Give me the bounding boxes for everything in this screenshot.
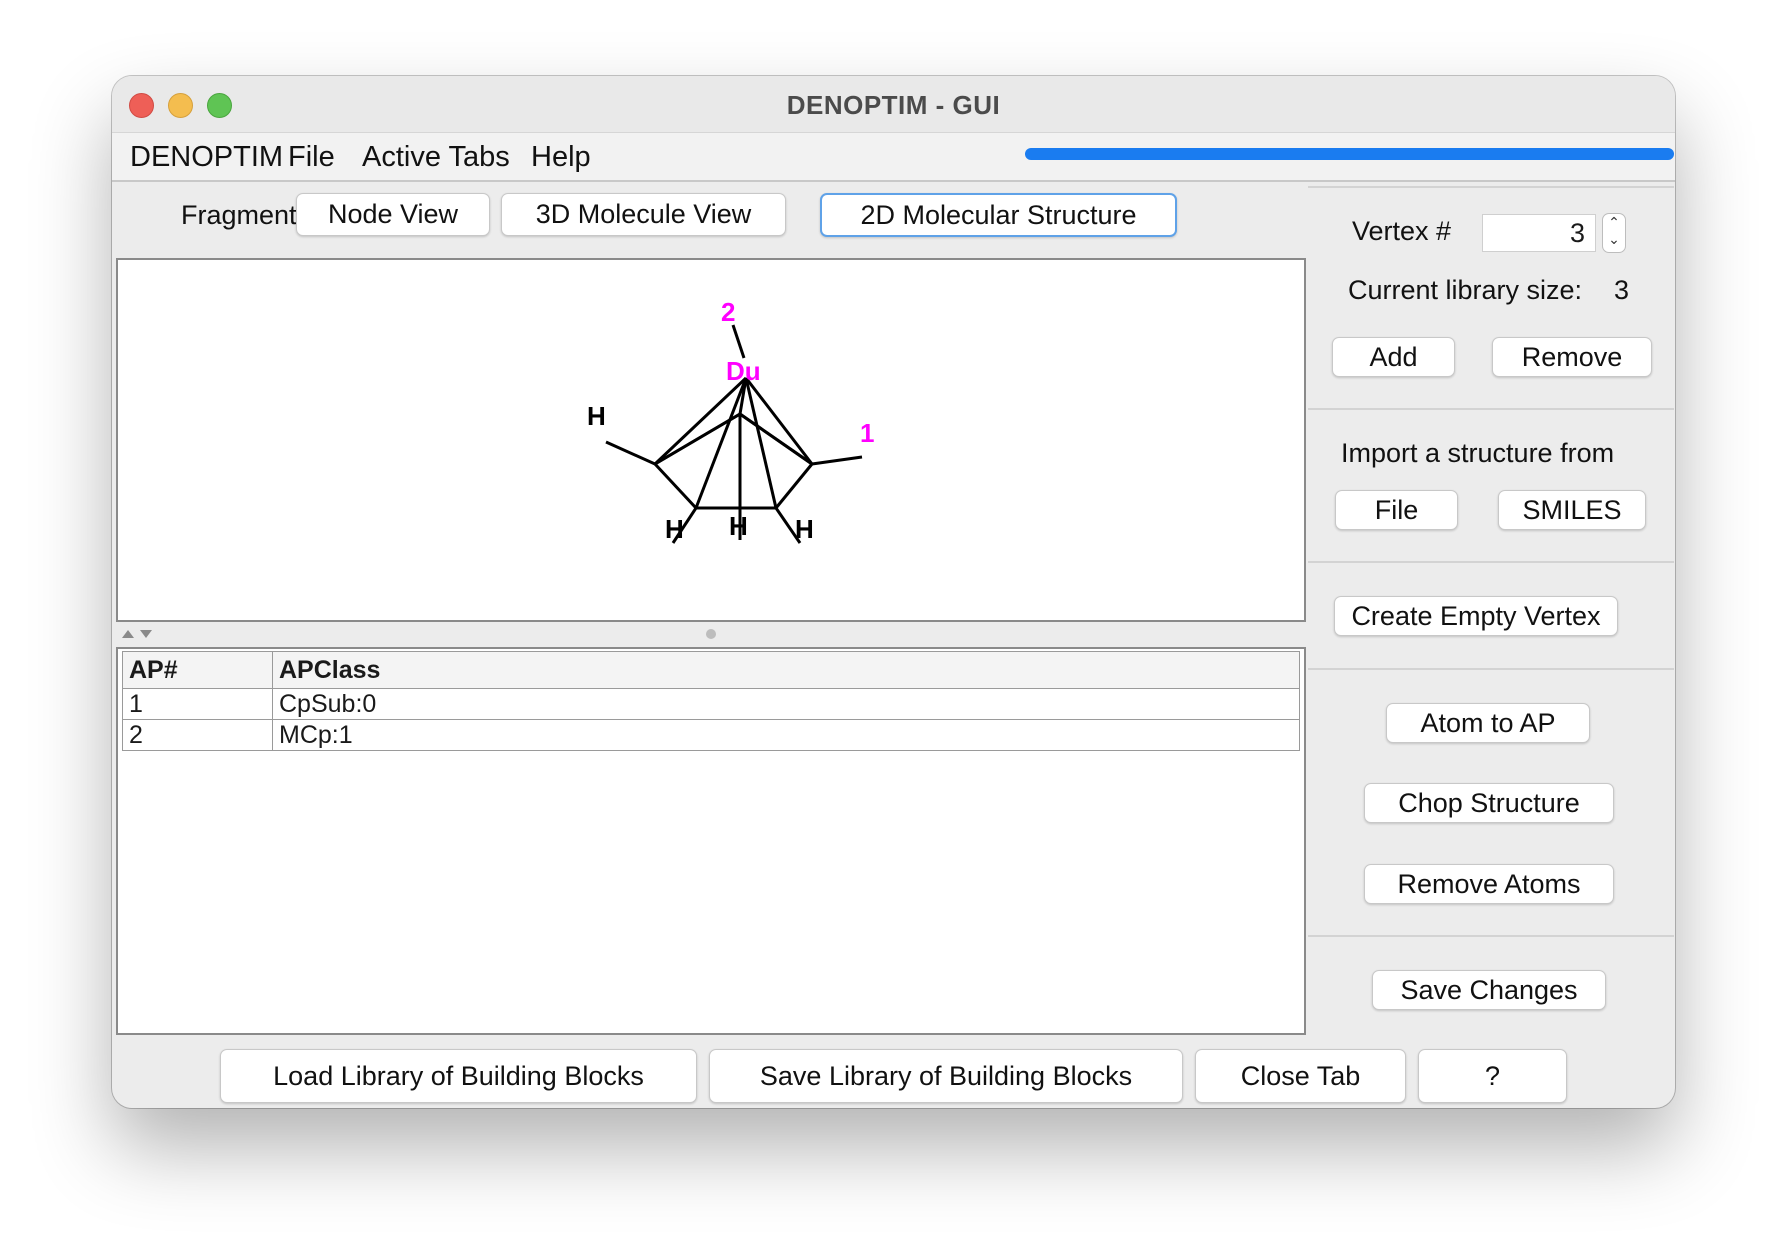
table-cell-apclass[interactable]: CpSub:0 [272, 688, 1300, 720]
title-bar: DENOPTIM - GUI [112, 76, 1675, 133]
ap-label-2: 2 [721, 297, 735, 327]
atom-to-ap-button[interactable]: Atom to AP [1386, 703, 1590, 743]
import-smiles-button[interactable]: SMILES [1498, 490, 1646, 530]
table-cell-apclass[interactable]: MCp:1 [272, 719, 1300, 751]
menu-file[interactable]: File [288, 141, 335, 174]
hydrogen-label: H [729, 511, 748, 541]
table-row[interactable]: 2 MCp:1 [122, 719, 1300, 751]
molecule-drawing: Du 2 1 H H H H [587, 297, 874, 544]
table-header-row: AP# APClass [122, 651, 1300, 689]
separator [1308, 935, 1674, 937]
table-row[interactable]: 1 CpSub:0 [122, 688, 1300, 720]
separator [1308, 668, 1674, 670]
split-pane-divider[interactable] [116, 624, 1306, 644]
import-label: Import a structure from [1341, 438, 1615, 468]
save-changes-button[interactable]: Save Changes [1372, 970, 1606, 1010]
separator [1308, 561, 1674, 563]
ap-table[interactable]: AP# APClass 1 CpSub:0 2 MCp:1 [122, 651, 1300, 751]
2d-molecular-structure-button[interactable]: 2D Molecular Structure [820, 193, 1177, 237]
structure-viewer[interactable]: Du 2 1 H H H H [116, 258, 1306, 622]
ap-label-1: 1 [860, 418, 874, 448]
menu-active-tabs[interactable]: Active Tabs [362, 141, 510, 174]
create-empty-vertex-button[interactable]: Create Empty Vertex [1334, 596, 1618, 636]
library-size-value: 3 [1614, 275, 1630, 305]
separator [1308, 186, 1674, 188]
table-cell-ap[interactable]: 2 [122, 719, 273, 751]
ap-table-panel: AP# APClass 1 CpSub:0 2 MCp:1 [116, 647, 1306, 1035]
hydrogen-label: H [587, 401, 606, 431]
dummy-atom-label: Du [726, 356, 761, 386]
import-file-button[interactable]: File [1335, 490, 1458, 530]
column-header-apclass[interactable]: APClass [272, 651, 1300, 689]
load-library-button[interactable]: Load Library of Building Blocks [220, 1049, 697, 1103]
node-view-button[interactable]: Node View [296, 193, 490, 236]
add-button[interactable]: Add [1332, 337, 1455, 377]
menu-help[interactable]: Help [531, 141, 591, 174]
window-title: DENOPTIM - GUI [786, 90, 1001, 120]
save-library-button[interactable]: Save Library of Building Blocks [709, 1049, 1183, 1103]
fragment-label: Fragment [181, 200, 297, 230]
table-cell-ap[interactable]: 1 [122, 688, 273, 720]
menu-denoptim[interactable]: DENOPTIM [130, 141, 283, 174]
chevron-down-icon[interactable]: ⌄ [1603, 231, 1625, 248]
hydrogen-label: H [795, 514, 814, 544]
3d-molecule-view-button[interactable]: 3D Molecule View [501, 193, 786, 236]
progress-bar [1025, 148, 1674, 160]
remove-atoms-button[interactable]: Remove Atoms [1364, 864, 1614, 904]
library-size-label: Current library size: [1348, 275, 1583, 305]
splitter-arrows-icon[interactable] [116, 624, 1306, 644]
help-button[interactable]: ? [1418, 1049, 1567, 1103]
vertex-spinner[interactable]: ⌃ ⌄ [1602, 213, 1626, 253]
vertex-label: Vertex # [1352, 216, 1452, 246]
vertex-number-input[interactable]: 3 [1482, 214, 1596, 252]
column-header-ap[interactable]: AP# [122, 651, 273, 689]
hydrogen-label: H [665, 514, 684, 544]
chevron-up-icon[interactable]: ⌃ [1603, 214, 1625, 231]
separator [1308, 408, 1674, 410]
app-window: DENOPTIM - GUI DENOPTIM File Active Tabs… [112, 76, 1675, 1108]
close-tab-button[interactable]: Close Tab [1195, 1049, 1406, 1103]
remove-button[interactable]: Remove [1492, 337, 1652, 377]
chop-structure-button[interactable]: Chop Structure [1364, 783, 1614, 823]
